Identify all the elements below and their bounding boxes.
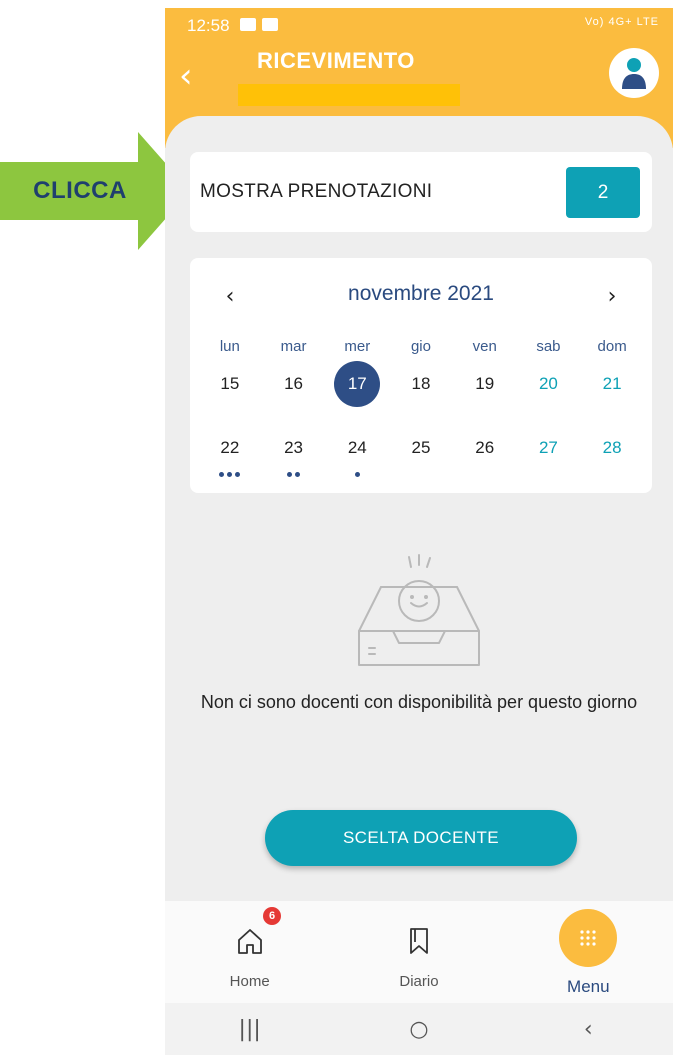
availability-dot: [227, 472, 233, 477]
calendar-day-selected[interactable]: 17: [325, 361, 389, 426]
system-navigation: ||| ○ ‹: [165, 1003, 673, 1055]
calendar-grid: lun mar mer gio ven sab dom 15 16 17 18 19 20 21 22 23 2…: [198, 338, 644, 490]
status-indicators: Vo) 4G+ LTE: [584, 16, 659, 28]
nav-home-label: Home: [229, 973, 270, 990]
chevron-left-icon: ‹: [179, 56, 193, 96]
recents-icon: |||: [238, 1016, 261, 1042]
availability-dots: [325, 472, 389, 477]
page-title: RICEVIMENTO: [257, 48, 415, 73]
weekday-label: mer: [344, 338, 371, 355]
status-time: 12:58: [187, 16, 230, 35]
instruction-label: CLICCA: [33, 177, 127, 204]
calendar: novembre 2021 ‹ › lun mar mer gio ven sab dom 1…: [190, 258, 652, 493]
home-notification-badge: 6: [263, 907, 281, 925]
calendar-day[interactable]: 27: [517, 426, 581, 490]
availability-dot: [295, 472, 301, 477]
title-highlight: [238, 84, 460, 106]
calendar-prev-button[interactable]: ‹: [218, 283, 242, 309]
calendar-day-number: 21: [602, 374, 622, 393]
calendar-day[interactable]: 25: [389, 426, 453, 490]
bookings-count-badge: 2: [566, 167, 640, 218]
availability-dots: [262, 472, 326, 477]
status-notifications: [240, 18, 278, 31]
chevron-right-icon: ›: [607, 283, 617, 309]
content-area: [165, 116, 673, 916]
availability-dot: [287, 472, 293, 477]
availability-dot: [219, 472, 225, 477]
calendar-day[interactable]: 22: [198, 426, 262, 490]
back-button[interactable]: ‹: [179, 58, 209, 94]
mail-notification-icon: [262, 18, 278, 31]
calendar-day-number: 22: [220, 438, 240, 457]
nav-menu[interactable]: Menu: [504, 901, 673, 1003]
empty-state-message: Non ci sono docenti con disponibilità pe…: [200, 692, 638, 712]
calendar-day-number: 16: [284, 374, 304, 393]
calendar-day-number: 15: [220, 374, 240, 393]
bottom-navigation: 6 Home Diario Menu: [165, 901, 673, 1003]
weekday-label: dom: [597, 338, 627, 355]
calendar-day-number: 19: [475, 374, 495, 393]
recent-apps-button[interactable]: |||: [230, 1009, 270, 1049]
instruction-arrow: CLICCA: [0, 132, 190, 250]
calendar-day[interactable]: 16: [262, 362, 326, 426]
calendar-day-number: 17: [334, 361, 381, 407]
system-home-button[interactable]: ○: [399, 1009, 439, 1049]
availability-dots: [198, 472, 262, 477]
home-icon: [232, 923, 268, 959]
menu-grid-icon: [559, 909, 618, 967]
calendar-day[interactable]: 28: [580, 426, 644, 490]
back-arrow-icon: ‹: [583, 1016, 593, 1042]
show-bookings-button[interactable]: MOSTRA PRENOTAZIONI 2: [190, 152, 652, 232]
chevron-left-icon: ‹: [225, 283, 235, 309]
calendar-day[interactable]: 19: [453, 362, 517, 426]
nav-diario-label: Diario: [399, 973, 439, 990]
calendar-day-number: 18: [411, 374, 431, 393]
chat-notification-icon: [240, 18, 256, 31]
weekday-label: mar: [280, 338, 307, 355]
calendar-day[interactable]: 24: [325, 426, 389, 490]
calendar-day-number: 26: [475, 438, 495, 457]
system-back-button[interactable]: ‹: [568, 1009, 608, 1049]
choose-teacher-button[interactable]: SCELTA DOCENTE: [265, 810, 577, 866]
calendar-day-number: 25: [411, 438, 431, 457]
calendar-month-label: novembre 2021: [348, 282, 494, 305]
profile-button[interactable]: [609, 48, 659, 98]
show-bookings-label: MOSTRA PRENOTAZIONI: [200, 181, 433, 202]
calendar-day-number: 20: [538, 374, 558, 393]
availability-dot: [235, 472, 241, 477]
phone-screen: 12:58 Vo) 4G+ LTE ‹ RICEVIMENTO MOSTRA P…: [165, 8, 673, 1055]
calendar-day[interactable]: 21: [580, 362, 644, 426]
calendar-day[interactable]: 18: [389, 362, 453, 426]
nav-home[interactable]: 6 Home: [165, 901, 334, 1003]
availability-dot: [354, 472, 360, 477]
circle-home-icon: ○: [409, 1016, 429, 1042]
calendar-day-number: 27: [538, 438, 558, 457]
weekday-label: gio: [410, 338, 431, 355]
calendar-day[interactable]: 20: [517, 362, 581, 426]
weekday-label: lun: [219, 338, 240, 355]
calendar-day-number: 28: [602, 438, 622, 457]
weekday-label: sab: [536, 338, 561, 355]
calendar-day[interactable]: 15: [198, 362, 262, 426]
calendar-day-number: 23: [284, 438, 304, 457]
weekday-label: ven: [472, 338, 497, 355]
calendar-next-button[interactable]: ›: [600, 283, 624, 309]
bookmark-icon: [401, 923, 437, 959]
user-icon: [622, 58, 646, 89]
nav-diario[interactable]: Diario: [334, 901, 503, 1003]
nav-menu-label: Menu: [567, 977, 610, 996]
calendar-day[interactable]: 23: [262, 426, 326, 490]
calendar-day-number: 24: [347, 438, 367, 457]
empty-inbox-icon: [358, 554, 480, 666]
calendar-day[interactable]: 26: [453, 426, 517, 490]
